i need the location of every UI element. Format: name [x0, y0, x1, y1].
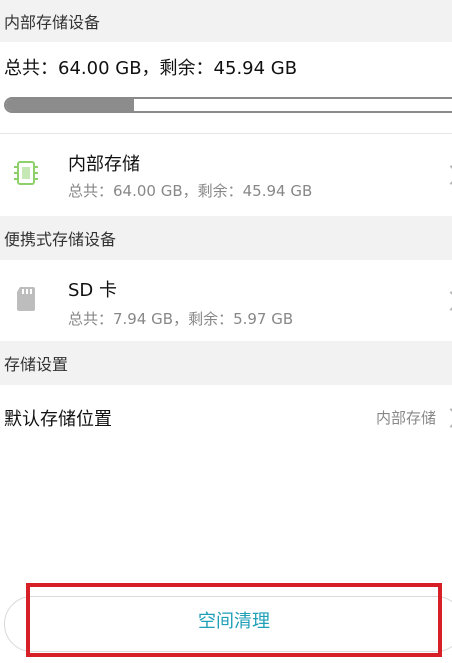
chevron-right-icon — [441, 408, 452, 428]
section-header-label: 内部存储设备 — [4, 13, 101, 32]
section-header-portable-storage-devices: 便携式存储设备 — [0, 216, 452, 260]
sd-card-icon — [14, 284, 38, 318]
space-cleanup-label: 空间清理 — [198, 611, 270, 632]
internal-storage-summary: 总共：64.00 GB，剩余：45.94 GB — [4, 58, 298, 79]
default-storage-location-row[interactable]: 默认存储位置 内部存储 — [0, 385, 452, 449]
section-header-label: 便携式存储设备 — [4, 230, 117, 249]
section-header-storage-settings: 存储设置 — [0, 341, 452, 385]
storage-usage-bar — [4, 97, 452, 113]
chevron-right-icon — [441, 291, 452, 311]
internal-storage-title: 内部存储 — [68, 154, 140, 175]
section-header-internal-storage-devices: 内部存储设备 — [0, 0, 452, 42]
space-cleanup-button[interactable]: 空间清理 — [26, 583, 442, 657]
internal-storage-subtitle: 总共：64.00 GB，剩余：45.94 GB — [68, 182, 313, 200]
chip-icon — [11, 158, 41, 192]
section-header-label: 存储设置 — [4, 355, 69, 374]
storage-usage-fill — [6, 99, 134, 111]
storage-settings-page: 内部存储设备 总共：64.00 GB，剩余：45.94 GB 内部存储 总共：6… — [0, 0, 452, 663]
chevron-right-icon — [441, 165, 452, 185]
internal-storage-row[interactable]: 内部存储 总共：64.00 GB，剩余：45.94 GB — [0, 134, 452, 216]
default-storage-location-label: 默认存储位置 — [4, 409, 112, 430]
default-storage-location-value: 内部存储 — [375, 409, 436, 427]
sd-card-title: SD 卡 — [68, 280, 118, 301]
sd-card-row[interactable]: SD 卡 总共：7.94 GB，剩余：5.97 GB — [0, 260, 452, 341]
sd-card-subtitle: 总共：7.94 GB，剩余：5.97 GB — [68, 310, 294, 328]
